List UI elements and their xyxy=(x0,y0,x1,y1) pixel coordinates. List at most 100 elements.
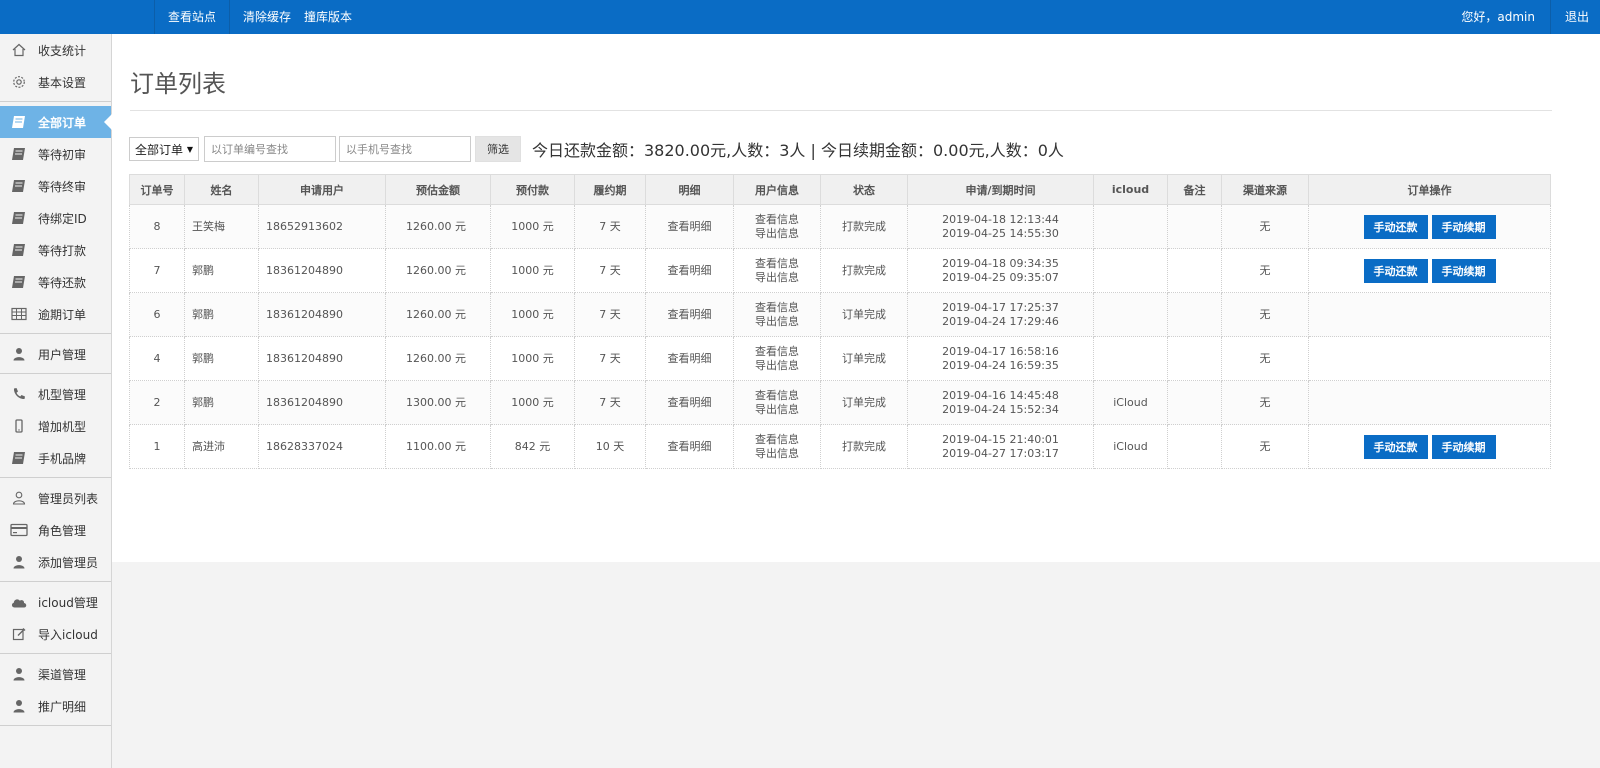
manual-renew-button[interactable]: 手动续期 xyxy=(1431,214,1496,239)
logout-link[interactable]: 退出 xyxy=(1551,0,1600,34)
term-cell: 10 天 xyxy=(574,424,646,469)
estimate-cell: 1260.00 元 xyxy=(385,248,491,293)
sidebar-item-label: 用户管理 xyxy=(38,347,87,362)
manual-renew-button[interactable]: 手动续期 xyxy=(1431,258,1496,283)
export-info-link[interactable]: 导出信息 xyxy=(734,227,820,241)
export-info-link[interactable]: 导出信息 xyxy=(734,315,820,329)
view-detail-link[interactable]: 查看明细 xyxy=(668,220,712,233)
sidebar-item[interactable]: 待绑定ID xyxy=(0,202,111,234)
manual-repay-button[interactable]: 手动还款 xyxy=(1363,214,1428,239)
user-outline-icon xyxy=(10,490,28,506)
icloud-cell: iCloud xyxy=(1093,424,1168,469)
sidebar-item[interactable]: 基本设置 xyxy=(0,66,111,98)
filter-bar: 全部订单 ▼ 以订单编号查找 以手机号查找 筛选 今日还款金额：3820.00元… xyxy=(129,136,1064,162)
sidebar-item-label: 逾期订单 xyxy=(38,307,87,322)
today-summary: 今日还款金额：3820.00元,人数：3人 | 今日续期金额：0.00元,人数：… xyxy=(532,141,1064,160)
phone-cell: 18361204890 xyxy=(258,336,386,381)
table-row: 7 郭鹏 18361204890 1260.00 元 1000 元7 天 查看明细 查看信息… xyxy=(129,248,1551,293)
sidebar-item[interactable]: 推广明细 xyxy=(0,690,111,722)
sidebar-divider xyxy=(0,653,111,654)
order-id-cell: 1 xyxy=(129,424,185,469)
view-info-link[interactable]: 查看信息 xyxy=(734,301,820,315)
phone-cell: 18361204890 xyxy=(258,292,386,337)
apply-time: 2019-04-17 17:25:37 xyxy=(942,300,1059,314)
user-info-cell: 查看信息 导出信息 xyxy=(733,424,821,469)
view-detail-link[interactable]: 查看明细 xyxy=(668,440,712,453)
manual-repay-button[interactable]: 手动还款 xyxy=(1363,434,1428,459)
sidebar-item[interactable]: 机型管理 xyxy=(0,378,111,410)
book-icon xyxy=(10,450,28,466)
channel-cell: 无 xyxy=(1221,204,1309,249)
view-detail-link[interactable]: 查看明细 xyxy=(668,308,712,321)
sidebar-item[interactable]: 逾期订单 xyxy=(0,298,111,330)
prepay-cell: 842 元 xyxy=(490,424,575,469)
time-cell: 2019-04-17 17:25:37 2019-04-24 17:29:46 xyxy=(907,292,1094,337)
sidebar-item-label: 增加机型 xyxy=(38,419,87,434)
user-info-cell: 查看信息 导出信息 xyxy=(733,292,821,337)
sidebar-item[interactable]: 手机品牌 xyxy=(0,442,111,474)
sidebar-item-label: 全部订单 xyxy=(38,115,87,130)
icloud-cell xyxy=(1093,204,1168,249)
channel-cell: 无 xyxy=(1221,336,1309,381)
export-info-link[interactable]: 导出信息 xyxy=(734,271,820,285)
column-header: 订单号 xyxy=(129,174,185,205)
sidebar-item[interactable]: 导入icloud xyxy=(0,618,111,650)
sidebar-item[interactable]: 渠道管理 xyxy=(0,658,111,690)
name-cell: 郭鹏 xyxy=(184,336,259,381)
view-detail-link[interactable]: 查看明细 xyxy=(668,352,712,365)
operation-buttons: 手动还款 手动续期 xyxy=(1309,214,1550,239)
view-info-link[interactable]: 查看信息 xyxy=(734,433,820,447)
sidebar-item-label: 添加管理员 xyxy=(38,555,99,570)
sidebar-item[interactable]: icloud管理 xyxy=(0,586,111,618)
user-info-cell: 查看信息 导出信息 xyxy=(733,248,821,293)
sidebar-item[interactable]: 全部订单 xyxy=(0,106,112,138)
sidebar-item[interactable]: 角色管理 xyxy=(0,514,111,546)
sidebar-item-label: 手机品牌 xyxy=(38,451,87,466)
table-row: 1 高进沛 18628337024 1100.00 元 842 元 10 天 查看明细 查看信… xyxy=(129,424,1551,469)
name-cell: 郭鹏 xyxy=(184,292,259,337)
manual-renew-button[interactable]: 手动续期 xyxy=(1431,434,1496,459)
column-header: 备注 xyxy=(1167,174,1222,205)
term-cell: 7 天 xyxy=(574,204,646,249)
sidebar-item-label: 管理员列表 xyxy=(38,491,99,506)
export-info-link[interactable]: 导出信息 xyxy=(734,359,820,373)
view-info-link[interactable]: 查看信息 xyxy=(734,389,820,403)
filter-button[interactable]: 筛选 xyxy=(475,136,521,162)
clear-cache-link[interactable]: 清除缓存 xyxy=(230,0,304,34)
operations-cell: 手动还款 手动续期 xyxy=(1308,424,1551,469)
operation-buttons: 手动还款 手动续期 xyxy=(1309,258,1550,283)
due-time: 2019-04-24 16:59:35 xyxy=(942,358,1059,372)
term-cell: 7 天 xyxy=(574,292,646,337)
order-type-select[interactable]: 全部订单 ▼ xyxy=(129,137,199,161)
version-link[interactable]: 撞库版本 xyxy=(304,0,365,34)
sidebar-item[interactable]: 等待初审 xyxy=(0,138,111,170)
order-id-cell: 7 xyxy=(129,248,185,293)
view-info-link[interactable]: 查看信息 xyxy=(734,257,820,271)
export-info-link[interactable]: 导出信息 xyxy=(734,447,820,461)
view-detail-link[interactable]: 查看明细 xyxy=(668,264,712,277)
sidebar-item[interactable]: 用户管理 xyxy=(0,338,111,370)
view-info-link[interactable]: 查看信息 xyxy=(734,213,820,227)
manual-repay-button[interactable]: 手动还款 xyxy=(1363,258,1428,283)
column-header: 订单操作 xyxy=(1308,174,1551,205)
column-header: 履约期 xyxy=(574,174,646,205)
sidebar-item[interactable]: 添加管理员 xyxy=(0,546,111,578)
view-site-link[interactable]: 查看站点 xyxy=(155,0,229,34)
estimate-cell: 1260.00 元 xyxy=(385,204,491,249)
view-info-link[interactable]: 查看信息 xyxy=(734,345,820,359)
export-info-link[interactable]: 导出信息 xyxy=(734,403,820,417)
status-cell: 打款完成 xyxy=(820,204,908,249)
order-number-input[interactable]: 以订单编号查找 xyxy=(204,136,336,162)
sidebar-item[interactable]: 增加机型 xyxy=(0,410,111,442)
phone-number-input[interactable]: 以手机号查找 xyxy=(339,136,471,162)
term-cell: 7 天 xyxy=(574,380,646,425)
prepay-cell: 1000 元 xyxy=(490,248,575,293)
sidebar-item[interactable]: 等待还款 xyxy=(0,266,111,298)
sidebar-item[interactable]: 管理员列表 xyxy=(0,482,111,514)
view-detail-link[interactable]: 查看明细 xyxy=(668,396,712,409)
sidebar-divider xyxy=(0,373,111,374)
sidebar-item[interactable]: 等待终审 xyxy=(0,170,111,202)
sidebar-item[interactable]: 等待打款 xyxy=(0,234,111,266)
sidebar-item[interactable]: 收支统计 xyxy=(0,34,111,66)
detail-cell: 查看明细 xyxy=(645,292,734,337)
